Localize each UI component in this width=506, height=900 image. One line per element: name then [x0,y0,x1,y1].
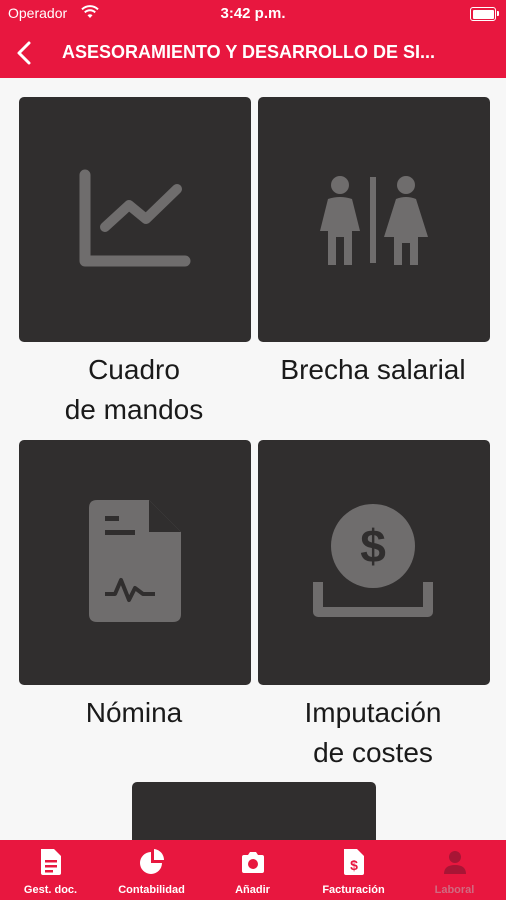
tile-label-nomina: Nómina [85,697,183,728]
tile-cuadro-de-mandos[interactable] [19,97,251,342]
clock: 3:42 p.m. [220,5,286,22]
line-chart-icon [79,169,191,267]
tab-anadir[interactable]: Añadir [202,840,303,900]
payroll-document-icon [89,500,181,622]
bottom-tab-bar: Gest. doc. Contabilidad Añadir $ Factura… [0,840,506,900]
tile-nomina[interactable] [19,440,251,685]
camera-icon [242,852,264,873]
back-chevron-icon[interactable] [10,38,40,68]
restroom-icon [320,176,428,265]
tile-label-brecha-salarial: Brecha salarial [280,354,466,385]
pie-chart-icon [140,849,165,874]
tile-label-cuadro-de-mandos: Cuadro de mandos [64,354,204,425]
tab-contabilidad[interactable]: Contabilidad [101,840,202,900]
svg-text:$: $ [360,520,386,572]
invoice-icon: $ [344,849,364,875]
tile-imputacion-de-costes[interactable]: $ [258,440,490,685]
svg-text:$: $ [350,857,358,873]
tile-label-imputacion-de-costes: Imputación de costes [304,697,442,768]
top-bar: Operador 3:42 p.m. ASESORAMIENTO Y DESAR… [0,0,506,78]
tab-laboral[interactable]: Laboral [404,840,505,900]
tab-facturacion[interactable]: $ Facturación [303,840,404,900]
coin-dollar-icon: $ [313,504,433,617]
tile-partial[interactable] [132,782,376,840]
tile-brecha-salarial[interactable] [258,97,490,342]
tab-gest-doc[interactable]: Gest. doc. [0,840,101,900]
status-bar: Operador 3:42 p.m. [0,0,506,28]
document-icon [41,849,61,875]
page-title: ASESORAMIENTO Y DESARROLLO DE SI... [62,42,436,62]
person-icon [444,851,466,874]
battery-icon [470,7,499,21]
navigation-bar: ASESORAMIENTO Y DESARROLLO DE SI... [0,28,506,78]
